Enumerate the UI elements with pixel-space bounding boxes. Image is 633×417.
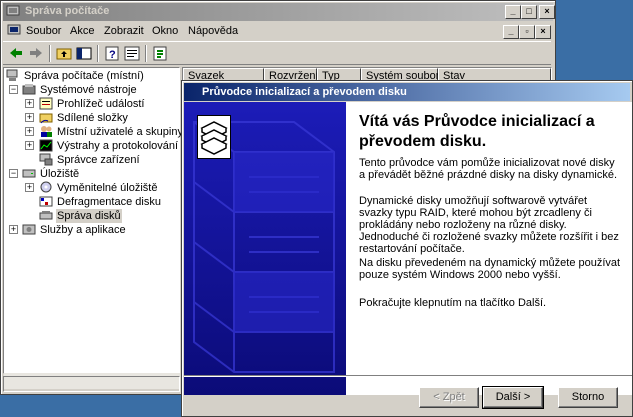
wizard-title: Průvodce inicializací a převodem disku bbox=[202, 86, 407, 98]
expand-icon[interactable]: + bbox=[25, 113, 34, 122]
wizard-heading: Vítá vás Průvodce inicializací a převode… bbox=[359, 113, 595, 150]
minimize-button[interactable]: _ bbox=[505, 5, 521, 19]
child-restore-button[interactable]: ▫ bbox=[519, 25, 535, 39]
tree-label: Výstrahy a protokolování výk bbox=[57, 140, 198, 152]
wizard-title-bar[interactable]: Průvodce inicializací a převodem disku bbox=[184, 83, 630, 101]
device-manager-icon bbox=[39, 153, 53, 166]
disk-management-icon bbox=[39, 211, 53, 220]
tree-label: Správa počítače (místní) bbox=[24, 70, 144, 82]
system-tools-icon bbox=[22, 84, 36, 95]
maximize-button[interactable]: □ bbox=[521, 5, 537, 19]
properties-icon[interactable] bbox=[123, 45, 141, 62]
perf-logs-icon bbox=[39, 139, 53, 152]
expand-icon[interactable]: + bbox=[9, 225, 18, 234]
toolbar-separator bbox=[49, 45, 51, 62]
menu-okno[interactable]: Okno bbox=[152, 25, 178, 37]
tree-label: Systémové nástroje bbox=[40, 84, 137, 96]
button-separator bbox=[184, 375, 632, 377]
toolbar-separator bbox=[97, 45, 99, 62]
wizard-side-banner bbox=[184, 102, 346, 395]
export-list-icon[interactable] bbox=[151, 45, 169, 62]
toolbar: ? bbox=[3, 41, 551, 65]
menu-soubor[interactable]: Soubor bbox=[26, 25, 61, 37]
back-button[interactable]: < Zpět bbox=[419, 387, 479, 408]
svg-text:?: ? bbox=[109, 49, 116, 61]
expand-icon[interactable]: + bbox=[25, 127, 34, 136]
wizard-paragraph: Pokračujte klepnutím na tlačítko Další. bbox=[359, 297, 547, 309]
menu-bar: Soubor Akce Zobrazit Okno Nápověda _ ▫ × bbox=[3, 22, 551, 41]
tree-label: Defragmentace disku bbox=[57, 196, 161, 208]
expand-icon[interactable]: + bbox=[25, 183, 34, 192]
collapse-icon[interactable]: − bbox=[9, 169, 18, 178]
tree-label: Správce zařízení bbox=[57, 154, 140, 166]
tree-label: Prohlížeč událostí bbox=[57, 98, 145, 110]
removable-storage-icon bbox=[40, 181, 52, 193]
wizard-paragraph: Na disku převedeném na dynamický můžete … bbox=[359, 257, 621, 281]
close-button[interactable]: × bbox=[539, 5, 555, 19]
disk-wizard-dialog: Průvodce inicializací a převodem disku V… bbox=[181, 80, 633, 417]
toolbar-separator bbox=[145, 45, 147, 62]
help-icon[interactable]: ? bbox=[103, 45, 121, 62]
collapse-icon[interactable]: − bbox=[9, 85, 18, 94]
wizard-content: Vítá vás Průvodce inicializací a převode… bbox=[346, 102, 632, 395]
forward-arrow-icon[interactable] bbox=[27, 45, 45, 62]
tree-label: Vyměnitelné úložiště bbox=[57, 182, 158, 194]
expand-icon[interactable]: + bbox=[25, 99, 34, 108]
wizard-body: Vítá vás Průvodce inicializací a převode… bbox=[184, 102, 632, 395]
computer-icon bbox=[6, 69, 18, 81]
shared-folder-icon bbox=[39, 113, 53, 124]
expand-icon[interactable]: + bbox=[25, 141, 34, 150]
wizard-paragraph: Dynamické disky umožňují softwarově vytv… bbox=[359, 195, 619, 255]
defrag-icon bbox=[39, 196, 53, 207]
status-panel bbox=[3, 376, 180, 392]
computer-management-icon bbox=[6, 5, 20, 18]
tree-label-selected: Správa disků bbox=[56, 209, 122, 223]
main-title-bar[interactable]: Správa počítače _ □ × bbox=[3, 3, 555, 21]
tree-label: Sdílené složky bbox=[57, 112, 128, 124]
disk-stack-icon bbox=[200, 121, 228, 155]
back-arrow-icon[interactable] bbox=[7, 45, 25, 62]
users-icon bbox=[41, 126, 52, 137]
menu-zobrazit[interactable]: Zobrazit bbox=[104, 25, 144, 37]
up-folder-icon[interactable] bbox=[55, 45, 73, 62]
storage-icon bbox=[22, 169, 36, 178]
wizard-logo bbox=[197, 115, 231, 159]
wizard-paragraph: Tento průvodce vám pomůže inicializovat … bbox=[359, 157, 618, 181]
tree-label: Služby a aplikace bbox=[40, 224, 126, 236]
tree-label: Úložiště bbox=[40, 168, 80, 180]
cancel-button[interactable]: Storno bbox=[558, 387, 618, 408]
console-tree: Správa počítače (místní) − Systémové nás… bbox=[3, 67, 198, 374]
child-minimize-button[interactable]: _ bbox=[503, 25, 519, 39]
show-hide-tree-icon[interactable] bbox=[75, 45, 93, 62]
mmc-menu-icon[interactable] bbox=[7, 24, 23, 38]
next-button[interactable]: Další > bbox=[482, 386, 544, 409]
menu-napoveda[interactable]: Nápověda bbox=[188, 25, 238, 37]
child-close-button[interactable]: × bbox=[535, 25, 551, 39]
event-viewer-icon bbox=[39, 97, 53, 110]
services-apps-icon bbox=[22, 224, 36, 235]
main-window-title: Správa počítače bbox=[25, 5, 110, 17]
menu-akce[interactable]: Akce bbox=[70, 25, 94, 37]
tree-label: Místní uživatelé a skupiny bbox=[57, 126, 183, 138]
